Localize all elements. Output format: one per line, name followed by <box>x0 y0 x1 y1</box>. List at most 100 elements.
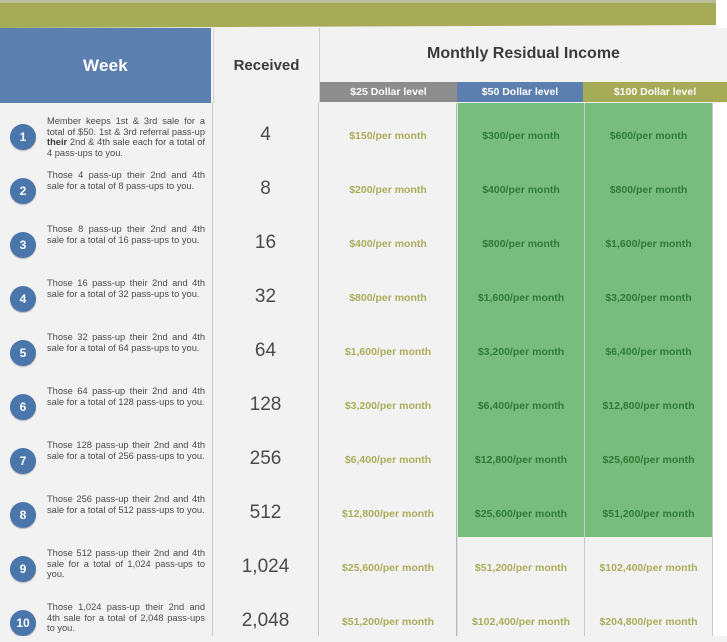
income-level-100: $6,400/per month <box>605 346 692 358</box>
income-level-50: $25,600/per month <box>474 508 568 520</box>
column-header-received: Received <box>213 28 320 103</box>
received-value: 4 <box>260 124 271 145</box>
table-row: 5 Those 32 pass-up their 2nd and 4th sale… <box>0 326 727 380</box>
income-level-25: $25,600/per month <box>341 562 435 574</box>
table-row: 8 Those 256 pass-up their 2nd and 4th sal… <box>0 488 727 542</box>
income-level-100: $51,200/per month <box>602 508 695 520</box>
subheader-level-50-label: $50 Dollar level <box>481 86 559 98</box>
week-description: Those 8 pass-up their 2nd and 4th sale f… <box>47 224 205 245</box>
week-badge: 4 <box>10 286 36 312</box>
income-level-25: $51,200/per month <box>341 616 435 628</box>
column-header-monthly-residual-income: Monthly Residual Income <box>320 28 727 80</box>
week-description: Those 128 pass-up their 2nd and 4th sale… <box>47 440 205 461</box>
column-header-week: Week <box>0 28 211 103</box>
table-row: 1 Member keeps 1st & 3rd sale for a total… <box>0 110 727 164</box>
income-level-100: $3,200/per month <box>605 292 692 304</box>
table-body: 1 Member keeps 1st & 3rd sale for a total… <box>0 103 727 642</box>
residual-income-table-page: Week Received Monthly Residual Income $2… <box>0 0 727 642</box>
table-row: 2 Those 4 pass-up their 2nd and 4th sale … <box>0 164 727 218</box>
week-badge: 3 <box>10 232 36 258</box>
subheader-level-50: $50 Dollar level <box>457 82 583 102</box>
income-level-100: $600/per month <box>609 130 688 142</box>
top-olive-band <box>0 3 716 28</box>
week-badge-number: 8 <box>19 508 27 522</box>
week-description: Those 32 pass-up their 2nd and 4th sale … <box>47 332 205 353</box>
subheader-level-25-label: $25 Dollar level <box>350 86 427 98</box>
income-level-50: $12,800/per month <box>474 454 568 466</box>
week-badge: 1 <box>10 124 36 150</box>
subheader-level-25: $25 Dollar level <box>320 82 457 102</box>
income-level-25: $400/per month <box>349 238 427 250</box>
income-level-25: $3,200/per month <box>344 400 432 412</box>
subheader-level-100: $100 Dollar level <box>583 82 727 102</box>
week-description: Those 512 pass-up their 2nd and 4th sale… <box>47 548 205 580</box>
income-level-100: $102,400/per month <box>599 562 698 574</box>
week-badge: 5 <box>10 340 36 366</box>
table-row: 3 Those 8 pass-up their 2nd and 4th sale … <box>0 218 727 272</box>
income-level-25: $800/per month <box>349 292 427 304</box>
week-badge-number: 1 <box>19 130 27 144</box>
week-badge: 8 <box>10 502 36 528</box>
week-badge-number: 2 <box>19 184 27 198</box>
subheader-level-100-label: $100 Dollar level <box>613 86 697 98</box>
level-subheader-row: $25 Dollar level $50 Dollar level $100 D… <box>320 82 727 102</box>
income-level-25: $1,600/per month <box>344 346 432 358</box>
week-badge: 7 <box>10 448 36 474</box>
week-badge: 10 <box>10 610 36 636</box>
income-level-25: $6,400/per month <box>344 454 432 466</box>
income-level-50: $102,400/per month <box>471 616 571 628</box>
income-level-50: $400/per month <box>482 184 560 196</box>
income-level-50: $51,200/per month <box>474 562 568 574</box>
week-badge-number: 9 <box>19 562 27 576</box>
received-value: 128 <box>249 394 282 415</box>
income-level-100: $12,800/per month <box>602 400 695 412</box>
table-row: 4 Those 16 pass-up their 2nd and 4th sale… <box>0 272 727 326</box>
week-description: Those 4 pass-up their 2nd and 4th sale f… <box>47 170 205 191</box>
received-value: 8 <box>260 178 271 199</box>
week-description: Those 1,024 pass-up their 2nd and 4th sa… <box>47 602 205 634</box>
week-badge: 2 <box>10 178 36 204</box>
income-level-100: $1,600/per month <box>605 238 692 250</box>
column-header-week-label: Week <box>83 55 128 75</box>
received-value: 1,024 <box>241 556 290 577</box>
income-level-100: $204,800/per month <box>599 616 698 628</box>
desc-emphasis: their <box>47 137 68 148</box>
income-level-100: $25,600/per month <box>602 454 695 466</box>
week-badge-number: 5 <box>19 346 27 360</box>
week-badge-number: 6 <box>19 400 27 414</box>
received-value: 64 <box>254 340 277 361</box>
week-badge-number: 3 <box>19 238 27 252</box>
week-badge: 9 <box>10 556 36 582</box>
income-level-50: $800/per month <box>482 238 560 250</box>
week-description: Member keeps 1st & 3rd sale for a total … <box>47 116 205 158</box>
week-description: Those 64 pass-up their 2nd and 4th sale … <box>47 386 205 407</box>
income-level-50: $6,400/per month <box>477 400 565 412</box>
week-badge-number: 10 <box>16 616 30 630</box>
received-value: 512 <box>249 502 282 523</box>
income-level-100: $800/per month <box>609 184 688 196</box>
week-badge: 6 <box>10 394 36 420</box>
top-right-gutter <box>716 0 727 30</box>
received-value: 32 <box>254 286 277 307</box>
income-level-25: $150/per month <box>349 130 427 142</box>
table-row: 6 Those 64 pass-up their 2nd and 4th sale… <box>0 380 727 434</box>
table-header: Week Received Monthly Residual Income $2… <box>0 28 727 103</box>
table-row: 7 Those 128 pass-up their 2nd and 4th sal… <box>0 434 727 488</box>
week-badge-number: 7 <box>19 454 27 468</box>
income-level-50: $3,200/per month <box>477 346 565 358</box>
received-value: 16 <box>254 232 277 253</box>
top-band-shadow <box>0 0 716 3</box>
week-description: Those 16 pass-up their 2nd and 4th sale … <box>47 278 205 299</box>
table-row: 9 Those 512 pass-up their 2nd and 4th sal… <box>0 542 727 596</box>
received-value: 256 <box>249 448 282 469</box>
table-bottom-edge <box>0 636 727 642</box>
week-description: Those 256 pass-up their 2nd and 4th sale… <box>47 494 205 515</box>
income-level-25: $12,800/per month <box>341 508 435 520</box>
column-header-received-label: Received <box>233 57 300 74</box>
income-level-25: $200/per month <box>349 184 427 196</box>
received-value: 2,048 <box>241 610 290 631</box>
income-level-50: $1,600/per month <box>477 292 565 304</box>
column-header-monthly-label: Monthly Residual Income <box>427 45 620 62</box>
income-level-50: $300/per month <box>482 130 560 142</box>
week-badge-number: 4 <box>19 292 27 306</box>
